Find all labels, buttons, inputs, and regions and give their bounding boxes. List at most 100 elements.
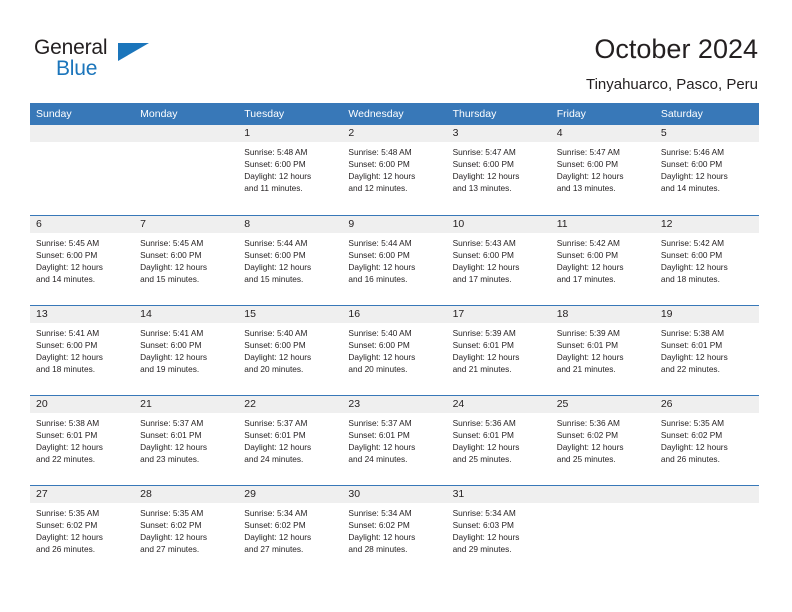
daylight-text: Daylight: 12 hours [660,261,728,272]
day-number: 11 [550,215,655,233]
page-subtitle-location: Tinyahuarco, Pasco, Peru [585,76,758,93]
calendar-day-cell[interactable]: 7 Sunrise: 5:45 AM Sunset: 6:00 PM Daylight… [134,214,239,305]
daylight-text: Daylight: 12 hours [660,171,728,182]
weekday-header-monday: Monday [134,103,239,125]
calendar-day-cell-empty [134,125,239,215]
calendar-day-cell[interactable]: 30 Sunrise: 5:34 AM Sunset: 6:02 PM Dayligh… [342,484,447,575]
day-number: 5 [654,125,759,142]
calendar-day-cell[interactable]: 24 Sunrise: 5:36 AM Sunset: 6:01 PM Dayligh… [446,394,551,485]
calendar-day-cell[interactable]: 26 Sunrise: 5:35 AM Sunset: 6:02 PM Dayligh… [654,394,759,485]
sunrise-text: Sunrise: 5:41 AM [36,327,100,338]
daylight-text: Daylight: 12 hours [452,441,520,452]
day-number [134,125,239,142]
sunrise-text: Sunrise: 5:34 AM [348,507,412,518]
sunrise-text: Sunrise: 5:37 AM [348,417,412,428]
day-details: Sunrise: 5:46 AM Sunset: 6:00 PM Daylight:… [655,142,759,194]
calendar-day-cell[interactable]: 4 Sunrise: 5:47 AM Sunset: 6:00 PM Daylight… [550,125,655,215]
day-details: Sunrise: 5:40 AM Sunset: 6:00 PM Daylight:… [238,323,342,375]
day-number: 17 [446,305,551,323]
calendar-day-cell[interactable]: 20 Sunrise: 5:38 AM Sunset: 6:01 PM Dayligh… [30,394,135,485]
calendar-day-cell[interactable]: 3 Sunrise: 5:47 AM Sunset: 6:00 PM Daylight… [446,125,551,215]
sunrise-text: Sunrise: 5:43 AM [452,237,516,248]
daylight-text: and 28 minutes. [348,543,408,554]
page-title: October 2024 [594,34,758,64]
calendar-day-cell[interactable]: 31 Sunrise: 5:34 AM Sunset: 6:03 PM Dayligh… [446,484,551,575]
day-number: 25 [550,395,655,413]
calendar-day-cell[interactable]: 15 Sunrise: 5:40 AM Sunset: 6:00 PM Dayligh… [238,304,343,395]
calendar-day-cell[interactable]: 5 Sunrise: 5:46 AM Sunset: 6:00 PM Daylight… [654,125,759,215]
sunset-text: Sunset: 6:00 PM [452,159,514,170]
daylight-text: and 27 minutes. [140,543,200,554]
daylight-text: and 18 minutes. [660,273,720,284]
day-number: 19 [654,305,759,323]
page-header: General Blue October 2024 Tinyahuarco, P… [0,0,792,100]
daylight-text: Daylight: 12 hours [244,171,312,182]
calendar-day-cell[interactable]: 11 Sunrise: 5:42 AM Sunset: 6:00 PM Dayligh… [550,214,655,305]
day-details [551,503,655,507]
sunset-text: Sunset: 6:00 PM [36,249,98,260]
day-details: Sunrise: 5:38 AM Sunset: 6:01 PM Daylight:… [655,323,759,375]
day-details: Sunrise: 5:41 AM Sunset: 6:00 PM Daylight:… [134,323,238,375]
calendar-day-cell[interactable]: 17 Sunrise: 5:39 AM Sunset: 6:01 PM Dayligh… [446,304,551,395]
sunset-text: Sunset: 6:00 PM [140,249,202,260]
calendar-day-cell[interactable]: 8 Sunrise: 5:44 AM Sunset: 6:00 PM Daylight… [238,214,343,305]
day-number: 4 [550,125,655,142]
calendar-day-cell[interactable]: 22 Sunrise: 5:37 AM Sunset: 6:01 PM Dayligh… [238,394,343,485]
calendar-day-cell[interactable]: 1 Sunrise: 5:48 AM Sunset: 6:00 PM Daylight… [238,125,343,215]
sunset-text: Sunset: 6:02 PM [556,429,619,440]
general-blue-logo: General Blue [34,36,154,84]
daylight-text: and 14 minutes. [36,273,96,284]
calendar-week-row: 1 Sunrise: 5:48 AM Sunset: 6:00 PM Daylight… [30,125,759,215]
daylight-text: and 21 minutes. [556,363,616,374]
sunrise-text: Sunrise: 5:35 AM [140,507,204,518]
day-number: 3 [446,125,551,142]
calendar-day-cell[interactable]: 28 Sunrise: 5:35 AM Sunset: 6:02 PM Dayligh… [134,484,239,575]
calendar-week-row: 20 Sunrise: 5:38 AM Sunset: 6:01 PM Dayligh… [30,394,759,485]
calendar-day-cell[interactable]: 18 Sunrise: 5:39 AM Sunset: 6:01 PM Dayligh… [550,304,655,395]
calendar-day-cell[interactable]: 14 Sunrise: 5:41 AM Sunset: 6:00 PM Dayligh… [134,304,239,395]
calendar-day-cell[interactable]: 6 Sunrise: 5:45 AM Sunset: 6:00 PM Daylight… [30,214,135,305]
sunrise-text: Sunrise: 5:40 AM [348,327,412,338]
calendar-day-cell[interactable]: 25 Sunrise: 5:36 AM Sunset: 6:02 PM Dayligh… [550,394,655,485]
sunrise-text: Sunrise: 5:42 AM [660,237,725,248]
day-number [654,485,759,503]
day-details: Sunrise: 5:48 AM Sunset: 6:00 PM Daylight:… [238,142,342,194]
sunset-text: Sunset: 6:00 PM [36,339,98,350]
sunset-text: Sunset: 6:01 PM [452,429,514,440]
calendar-day-cell[interactable]: 16 Sunrise: 5:40 AM Sunset: 6:00 PM Dayligh… [342,304,447,395]
day-details: Sunrise: 5:47 AM Sunset: 6:00 PM Daylight:… [551,142,655,194]
sunset-text: Sunset: 6:00 PM [244,159,306,170]
calendar-week-row: 27 Sunrise: 5:35 AM Sunset: 6:02 PM Dayligh… [30,484,759,575]
daylight-text: Daylight: 12 hours [452,351,520,362]
calendar-day-cell[interactable]: 2 Sunrise: 5:48 AM Sunset: 6:00 PM Daylight… [342,125,447,215]
day-number: 10 [446,215,551,233]
calendar-day-cell[interactable]: 21 Sunrise: 5:37 AM Sunset: 6:01 PM Dayligh… [134,394,239,485]
daylight-text: and 23 minutes. [140,453,200,464]
logo-triangle-icon [118,43,149,61]
sunrise-text: Sunrise: 5:36 AM [556,417,620,428]
sunset-text: Sunset: 6:03 PM [452,519,514,530]
sunset-text: Sunset: 6:01 PM [140,429,202,440]
calendar-day-cell[interactable]: 19 Sunrise: 5:38 AM Sunset: 6:01 PM Dayligh… [654,304,759,395]
day-number: 21 [134,395,239,413]
sunrise-text: Sunrise: 5:45 AM [36,237,100,248]
sunrise-text: Sunrise: 5:35 AM [36,507,100,518]
daylight-text: and 22 minutes. [36,453,96,464]
day-number [30,125,135,142]
day-details: Sunrise: 5:41 AM Sunset: 6:00 PM Daylight:… [30,323,134,375]
calendar-day-cell[interactable]: 10 Sunrise: 5:43 AM Sunset: 6:00 PM Dayligh… [446,214,551,305]
calendar-day-cell[interactable]: 27 Sunrise: 5:35 AM Sunset: 6:02 PM Dayligh… [30,484,135,575]
calendar-day-cell[interactable]: 12 Sunrise: 5:42 AM Sunset: 6:00 PM Dayligh… [654,214,759,305]
daylight-text: Daylight: 12 hours [348,171,416,182]
calendar-day-cell[interactable]: 9 Sunrise: 5:44 AM Sunset: 6:00 PM Daylight… [342,214,447,305]
daylight-text: Daylight: 12 hours [452,531,520,542]
daylight-text: Daylight: 12 hours [36,351,103,362]
calendar-day-cell[interactable]: 23 Sunrise: 5:37 AM Sunset: 6:01 PM Dayligh… [342,394,447,485]
sunset-text: Sunset: 6:02 PM [660,429,723,440]
calendar-day-cell[interactable]: 13 Sunrise: 5:41 AM Sunset: 6:00 PM Dayligh… [30,304,135,395]
day-details: Sunrise: 5:44 AM Sunset: 6:00 PM Daylight:… [238,233,342,285]
day-number: 2 [342,125,447,142]
sunrise-text: Sunrise: 5:44 AM [244,237,308,248]
calendar-day-cell[interactable]: 29 Sunrise: 5:34 AM Sunset: 6:02 PM Dayligh… [238,484,343,575]
daylight-text: and 20 minutes. [348,363,408,374]
